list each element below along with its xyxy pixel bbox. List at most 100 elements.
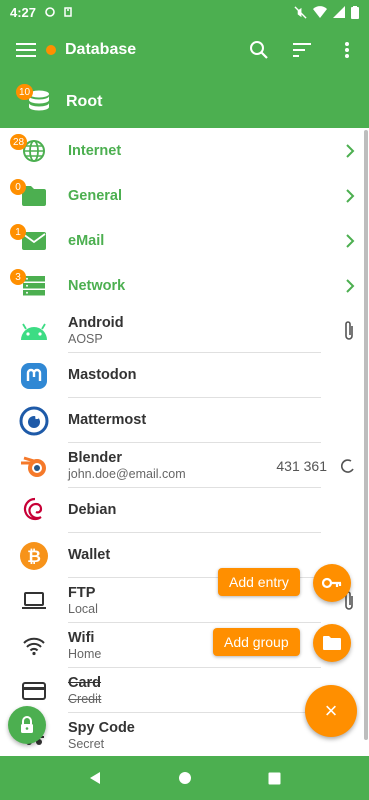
entry-subtitle: Secret <box>68 736 105 751</box>
group-name: Network <box>68 277 126 294</box>
mastodon-icon <box>21 362 47 389</box>
group-name: Internet <box>68 142 122 159</box>
lock-database-button[interactable] <box>8 706 46 744</box>
group-texts: Network <box>68 263 321 308</box>
app-toolbar: Database <box>0 24 369 76</box>
add-group-button[interactable] <box>313 624 351 662</box>
mattermost-icon <box>19 406 49 435</box>
entry-row-android[interactable]: Android AOSP <box>0 308 369 353</box>
group-row-internet[interactable]: 28 Internet <box>0 128 369 173</box>
home-icon[interactable] <box>178 771 192 785</box>
more-options-button[interactable] <box>325 24 369 76</box>
menu-icon <box>16 43 36 57</box>
system-nav-bar <box>0 756 369 800</box>
chevron-right-icon <box>345 218 355 263</box>
bitcoin-icon: ₿ <box>20 541 48 570</box>
entry-title: Debian <box>68 502 117 518</box>
entry-title: Mastodon <box>68 367 137 383</box>
root-group-header[interactable]: 10 Root <box>0 76 369 128</box>
android-icon <box>21 323 47 340</box>
group-name: General <box>68 187 122 204</box>
entry-icon-box: ₿ <box>0 533 68 578</box>
group-texts: Internet <box>68 128 321 173</box>
group-badge: 3 <box>10 269 26 285</box>
recents-icon[interactable] <box>268 772 281 785</box>
entry-texts: Android AOSP <box>68 308 321 353</box>
entry-icon-box <box>0 623 68 668</box>
add-entry-label[interactable]: Add entry <box>218 568 300 596</box>
list-scrollbar[interactable] <box>364 130 368 740</box>
entry-icon-box <box>0 488 68 533</box>
entry-texts: Debian <box>68 488 321 533</box>
close-icon: × <box>324 698 338 723</box>
database-status-dot <box>46 45 56 55</box>
credit-card-icon <box>22 681 46 700</box>
node-list: 28 Internet 0 General 1 eMail 3 Network <box>0 128 369 756</box>
root-title: Root <box>66 93 103 110</box>
battery-icon <box>351 5 359 19</box>
database-title: Database <box>65 41 137 58</box>
group-texts: General <box>68 173 321 218</box>
entry-texts: Card Credit <box>68 668 321 713</box>
chevron-right-icon <box>345 263 355 308</box>
group-badge: 28 <box>10 134 28 150</box>
entry-icon-box <box>0 308 68 353</box>
debian-icon <box>23 497 43 520</box>
chevron-right-icon <box>345 173 355 218</box>
key-icon <box>322 577 342 589</box>
menu-button[interactable] <box>0 24 52 76</box>
otp-display: 431 361 <box>276 443 355 488</box>
chevron-right-icon <box>345 128 355 173</box>
more-vert-icon <box>345 42 349 58</box>
back-icon[interactable] <box>88 771 102 785</box>
group-row-general[interactable]: 0 General <box>0 173 369 218</box>
sort-icon <box>293 43 311 57</box>
entry-icon-box <box>0 668 68 713</box>
entry-row-mastodon[interactable]: Mastodon <box>0 353 369 398</box>
entry-subtitle: Credit <box>68 691 102 706</box>
add-entry-button[interactable] <box>313 564 351 602</box>
group-icon-box: 0 <box>0 173 68 218</box>
attachment-icon <box>343 308 355 353</box>
root-icon-box: 10 <box>14 82 64 122</box>
entry-icon-box <box>0 578 68 623</box>
search-button[interactable] <box>237 24 281 76</box>
search-icon <box>250 41 268 59</box>
add-group-label[interactable]: Add group <box>213 628 300 656</box>
entry-title: Wallet <box>68 547 111 563</box>
entry-subtitle: Local <box>68 601 98 616</box>
entry-icon-box <box>0 353 68 398</box>
lock-icon <box>21 716 33 733</box>
entry-row-mattermost[interactable]: Mattermost <box>0 398 369 443</box>
status-time: 4:27 <box>10 4 37 20</box>
mute-icon <box>294 5 307 19</box>
wifi-status-icon <box>313 6 327 18</box>
group-row-email[interactable]: 1 eMail <box>0 218 369 263</box>
entry-title: Mattermost <box>68 412 147 428</box>
otp-timer-icon <box>341 458 354 473</box>
close-fab-button[interactable]: × <box>305 685 357 737</box>
signal-icon <box>333 6 345 18</box>
root-badge: 10 <box>16 84 34 100</box>
entry-row-blender[interactable]: Blender john.doe@email.com 431 361 <box>0 443 369 488</box>
entry-title: Android <box>68 314 124 331</box>
sort-button[interactable] <box>281 24 325 76</box>
laptop-icon <box>22 591 46 609</box>
group-badge: 0 <box>10 179 26 195</box>
group-name: eMail <box>68 232 105 249</box>
status-bar: 4:27 <box>0 0 369 24</box>
entry-texts: Spy Code Secret <box>68 713 321 756</box>
entry-row-wallet[interactable]: ₿ Wallet <box>0 533 369 578</box>
group-icon-box: 3 <box>0 263 68 308</box>
group-icon-box: 1 <box>0 218 68 263</box>
group-texts: eMail <box>68 218 321 263</box>
group-icon-box: 28 <box>0 128 68 173</box>
group-badge: 1 <box>10 224 26 240</box>
otp-code: 431 361 <box>276 457 327 474</box>
entry-subtitle: AOSP <box>68 331 103 346</box>
app-notification-icon <box>64 7 72 17</box>
folder-icon <box>323 636 341 650</box>
entry-title: Card <box>68 674 102 691</box>
entry-row-debian[interactable]: Debian <box>0 488 369 533</box>
group-row-network[interactable]: 3 Network <box>0 263 369 308</box>
